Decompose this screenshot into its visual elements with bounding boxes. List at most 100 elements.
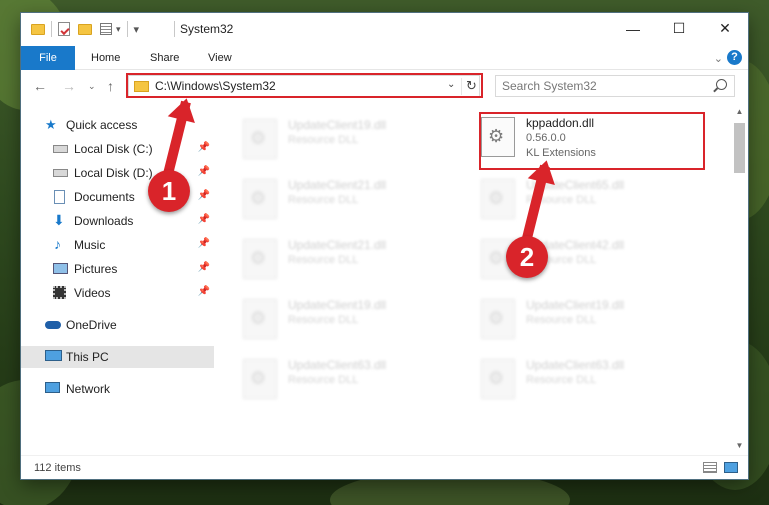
pin-icon[interactable]: 📌 xyxy=(198,238,210,249)
file-name: UpdateClient19.dll xyxy=(288,298,387,312)
details-view-icon[interactable] xyxy=(703,462,717,473)
scrollbar-thumb[interactable] xyxy=(734,123,745,173)
dll-file-icon xyxy=(243,359,277,399)
divider xyxy=(174,21,175,37)
callout-badge-2: 2 xyxy=(506,236,548,278)
pin-icon[interactable]: 📌 xyxy=(198,214,210,225)
recent-locations-icon[interactable]: ⌄ xyxy=(88,81,96,92)
pin-icon[interactable]: 📌 xyxy=(198,262,210,273)
close-button[interactable]: ✕ xyxy=(702,13,748,44)
vertical-scrollbar[interactable]: ▲ ▼ xyxy=(731,107,748,455)
pin-icon[interactable]: 📌 xyxy=(198,142,210,153)
sidebar-item-label: Videos xyxy=(74,286,111,300)
scroll-down-icon[interactable]: ▼ xyxy=(731,441,748,455)
properties-icon[interactable] xyxy=(58,22,70,36)
file-item[interactable]: UpdateClient19.dll Resource DLL xyxy=(459,287,684,339)
file-item[interactable]: UpdateClient21.dll Resource DLL xyxy=(221,167,446,219)
file-name: UpdateClient19.dll xyxy=(288,118,387,132)
explorer-window: ▾ ▾ System32 — ☐ ✕ File Home Share View … xyxy=(21,13,748,479)
folder-icon xyxy=(31,23,45,35)
drive-icon xyxy=(53,169,68,177)
dll-file-icon xyxy=(243,119,277,159)
back-arrow-icon[interactable]: ← xyxy=(33,78,47,94)
file-item[interactable]: UpdateClient65.dll Resource DLL xyxy=(459,167,684,219)
file-item[interactable]: UpdateClient21.dll Resource DLL xyxy=(221,227,446,279)
this-pc-icon xyxy=(45,350,62,361)
videos-icon xyxy=(53,286,66,299)
sidebar-item-label: Network xyxy=(66,382,111,396)
documents-icon xyxy=(54,190,65,204)
downloads-icon: ⬇ xyxy=(53,212,65,228)
divider xyxy=(51,21,52,37)
file-item[interactable]: UpdateClient63.dll Resource DLL xyxy=(221,347,446,399)
dll-file-icon xyxy=(243,179,277,219)
pin-icon[interactable]: 📌 xyxy=(198,190,210,201)
file-item[interactable]: UpdateClient19.dll Resource DLL xyxy=(221,107,446,159)
sidebar-item-label: Pictures xyxy=(74,262,118,276)
dll-file-icon xyxy=(481,299,515,339)
file-type: Resource DLL xyxy=(288,254,359,266)
item-count: 112 items xyxy=(34,462,81,474)
file-name: UpdateClient63.dll xyxy=(526,358,625,372)
sidebar-item-network[interactable]: Network xyxy=(21,378,214,400)
up-arrow-icon[interactable]: ↑ xyxy=(107,78,114,94)
window-title: System32 xyxy=(180,22,234,36)
file-name: UpdateClient21.dll xyxy=(288,238,387,252)
file-type: Resource DLL xyxy=(288,314,359,326)
sidebar-item-label: This PC xyxy=(66,350,109,364)
address-highlight-box xyxy=(126,73,483,98)
new-folder-icon[interactable] xyxy=(78,23,92,35)
onedrive-icon xyxy=(45,321,61,329)
search-input[interactable]: Search System32 xyxy=(495,75,735,97)
tab-file[interactable]: File xyxy=(21,46,75,70)
file-name: UpdateClient63.dll xyxy=(288,358,387,372)
star-icon: ★ xyxy=(45,117,57,132)
pin-icon[interactable]: 📌 xyxy=(198,286,210,297)
status-bar: 112 items xyxy=(21,455,748,479)
dll-file-icon xyxy=(243,299,277,339)
pin-icon[interactable]: 📌 xyxy=(198,166,210,177)
sidebar-item-this-pc[interactable]: This PC xyxy=(21,346,214,368)
dll-file-icon xyxy=(481,359,515,399)
sidebar-item-videos[interactable]: Videos 📌 xyxy=(21,282,214,304)
file-type: Resource DLL xyxy=(526,374,597,386)
search-placeholder: Search System32 xyxy=(502,79,597,93)
sidebar-item-downloads[interactable]: ⬇ Downloads 📌 xyxy=(21,210,214,232)
scroll-up-icon[interactable]: ▲ xyxy=(731,107,748,121)
drive-icon xyxy=(53,145,68,153)
sidebar-item-music[interactable]: ♪ Music 📌 xyxy=(21,234,214,256)
file-type: Resource DLL xyxy=(288,374,359,386)
expand-ribbon-icon[interactable]: ⌄ xyxy=(714,52,723,65)
title-bar: ▾ ▾ System32 — ☐ ✕ xyxy=(21,13,748,44)
file-item[interactable]: UpdateClient42.dll Resource DLL xyxy=(459,227,684,279)
navigation-pane: ★ Quick access Local Disk (C:) 📌 Local D… xyxy=(21,107,214,455)
minimize-button[interactable]: — xyxy=(610,13,656,44)
sidebar-item-label: Music xyxy=(74,238,106,252)
forward-arrow-icon[interactable]: → xyxy=(62,78,76,94)
tab-share[interactable]: Share xyxy=(150,46,179,70)
sidebar-item-local-disk-c[interactable]: Local Disk (C:) 📌 xyxy=(21,138,214,160)
dll-file-icon xyxy=(481,179,515,219)
file-item[interactable]: UpdateClient63.dll Resource DLL xyxy=(459,347,684,399)
sidebar-item-label: Local Disk (C:) xyxy=(74,142,153,156)
large-icons-view-icon[interactable] xyxy=(724,462,738,473)
file-item[interactable]: UpdateClient19.dll Resource DLL xyxy=(221,287,446,339)
divider xyxy=(126,21,128,37)
help-icon[interactable]: ? xyxy=(727,50,742,65)
file-type: Resource DLL xyxy=(526,314,597,326)
sidebar-item-pictures[interactable]: Pictures 📌 xyxy=(21,258,214,280)
network-icon xyxy=(45,382,60,393)
pictures-icon xyxy=(53,263,68,274)
layout-icon[interactable] xyxy=(100,23,112,35)
maximize-button[interactable]: ☐ xyxy=(656,13,702,44)
tab-view[interactable]: View xyxy=(208,46,232,70)
sidebar-item-onedrive[interactable]: OneDrive xyxy=(21,314,214,336)
customize-toolbar-icon[interactable]: ▾ xyxy=(134,23,140,36)
sidebar-item-label: Documents xyxy=(74,190,135,204)
dropdown-icon[interactable]: ▾ xyxy=(116,24,121,35)
file-name: UpdateClient19.dll xyxy=(526,298,625,312)
ribbon-tabs: File Home Share View ⌄ ? xyxy=(21,46,748,70)
dll-file-icon xyxy=(243,239,277,279)
tab-home[interactable]: Home xyxy=(91,46,120,70)
sidebar-item-label: Quick access xyxy=(66,118,138,132)
